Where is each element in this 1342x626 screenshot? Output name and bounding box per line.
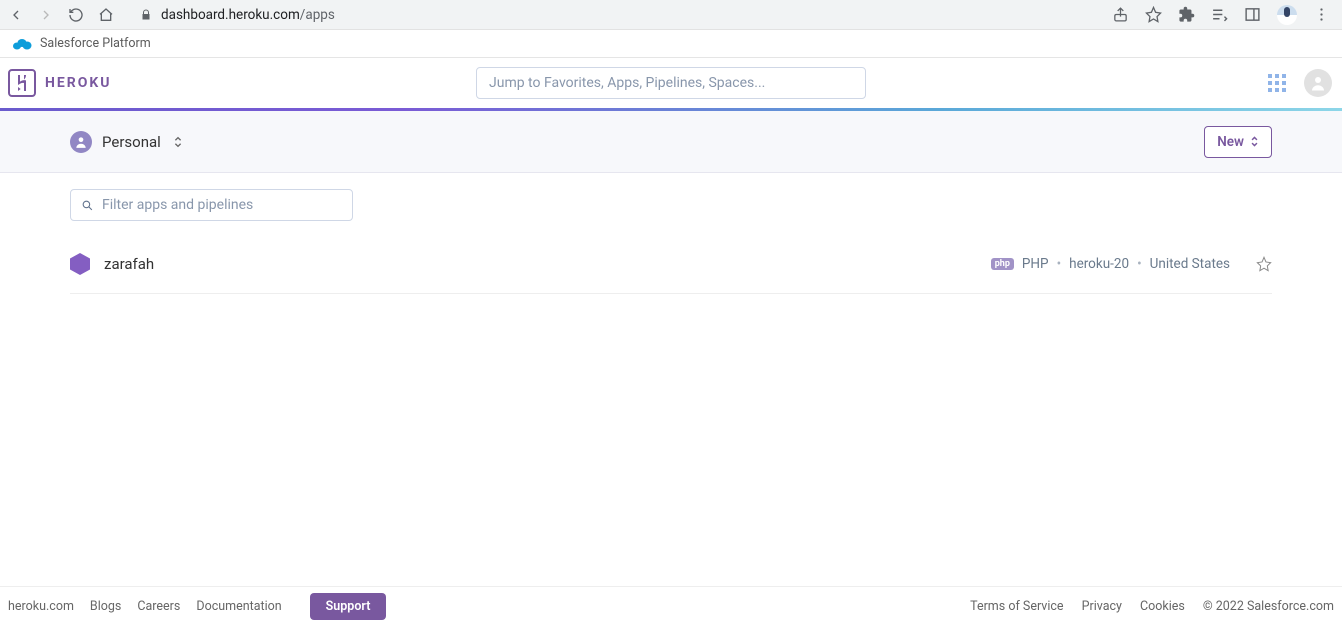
browser-actions	[1112, 5, 1330, 25]
footer-link-careers[interactable]: Careers	[137, 599, 180, 614]
app-region: United States	[1150, 256, 1230, 272]
app-stack: heroku-20	[1069, 256, 1129, 272]
footer-link-docs[interactable]: Documentation	[196, 599, 281, 614]
url-path: /apps	[300, 7, 335, 23]
heroku-topnav: HEROKU	[0, 58, 1342, 108]
footer-left-links: heroku.com Blogs Careers Documentation S…	[8, 593, 386, 620]
footer: heroku.com Blogs Careers Documentation S…	[0, 586, 1342, 626]
extensions-icon[interactable]	[1178, 6, 1195, 23]
app-name: zarafah	[104, 255, 154, 273]
salesforce-label: Salesforce Platform	[40, 36, 151, 51]
subheader: Personal New	[0, 111, 1342, 173]
person-icon	[70, 131, 92, 153]
support-button[interactable]: Support	[310, 593, 387, 620]
user-menu-avatar[interactable]	[1304, 69, 1332, 97]
favorite-star-icon[interactable]	[1256, 256, 1272, 272]
reload-icon[interactable]	[68, 7, 84, 23]
app-row[interactable]: zarafah php PHP • heroku-20 • United Sta…	[70, 235, 1272, 294]
footer-link-tos[interactable]: Terms of Service	[970, 599, 1063, 614]
new-button[interactable]: New	[1204, 126, 1272, 158]
salesforce-strip: Salesforce Platform	[0, 30, 1342, 58]
heroku-logo-icon	[8, 69, 36, 97]
star-icon[interactable]	[1145, 6, 1162, 23]
footer-link-privacy[interactable]: Privacy	[1082, 599, 1122, 614]
share-icon[interactable]	[1112, 6, 1129, 23]
back-icon[interactable]	[8, 7, 24, 23]
browser-toolbar: dashboard.heroku.com/apps	[0, 0, 1342, 30]
footer-link-cookies[interactable]: Cookies	[1140, 599, 1185, 614]
footer-link-heroku[interactable]: heroku.com	[8, 599, 74, 614]
menu-dots-icon[interactable]	[1313, 6, 1330, 23]
footer-copyright: © 2022 Salesforce.com	[1203, 599, 1334, 614]
global-search[interactable]	[476, 67, 866, 99]
browser-nav	[8, 7, 114, 23]
salesforce-cloud-icon	[12, 37, 32, 51]
media-icon[interactable]	[1211, 6, 1228, 23]
filter-input-wrap[interactable]	[70, 189, 353, 221]
home-icon[interactable]	[98, 7, 114, 23]
search-icon	[81, 199, 94, 212]
team-switcher[interactable]: Personal	[70, 131, 183, 153]
global-search-input[interactable]	[489, 75, 853, 91]
app-meta: php PHP • heroku-20 • United States	[991, 256, 1272, 272]
url-host: dashboard.heroku.com	[161, 7, 300, 23]
heroku-logo[interactable]: HEROKU	[8, 69, 112, 97]
heroku-wordmark: HEROKU	[45, 75, 112, 91]
footer-link-blogs[interactable]: Blogs	[90, 599, 121, 614]
app-hexagon-icon	[70, 253, 90, 275]
panel-icon[interactable]	[1244, 6, 1261, 23]
footer-right-links: Terms of Service Privacy Cookies © 2022 …	[970, 599, 1334, 614]
app-switcher-icon[interactable]	[1268, 74, 1286, 92]
new-button-label: New	[1217, 134, 1244, 150]
filter-input[interactable]	[102, 197, 342, 213]
lock-icon	[140, 8, 152, 22]
chevron-up-down-icon	[1250, 135, 1259, 148]
lang-badge-icon: php	[991, 258, 1014, 270]
profile-avatar-icon[interactable]	[1277, 5, 1297, 25]
forward-icon[interactable]	[38, 7, 54, 23]
app-lang: PHP	[1022, 256, 1049, 272]
chevron-up-down-icon	[173, 135, 183, 149]
team-name: Personal	[102, 133, 161, 151]
address-bar[interactable]: dashboard.heroku.com/apps	[128, 2, 1102, 28]
main: zarafah php PHP • heroku-20 • United Sta…	[0, 173, 1342, 310]
